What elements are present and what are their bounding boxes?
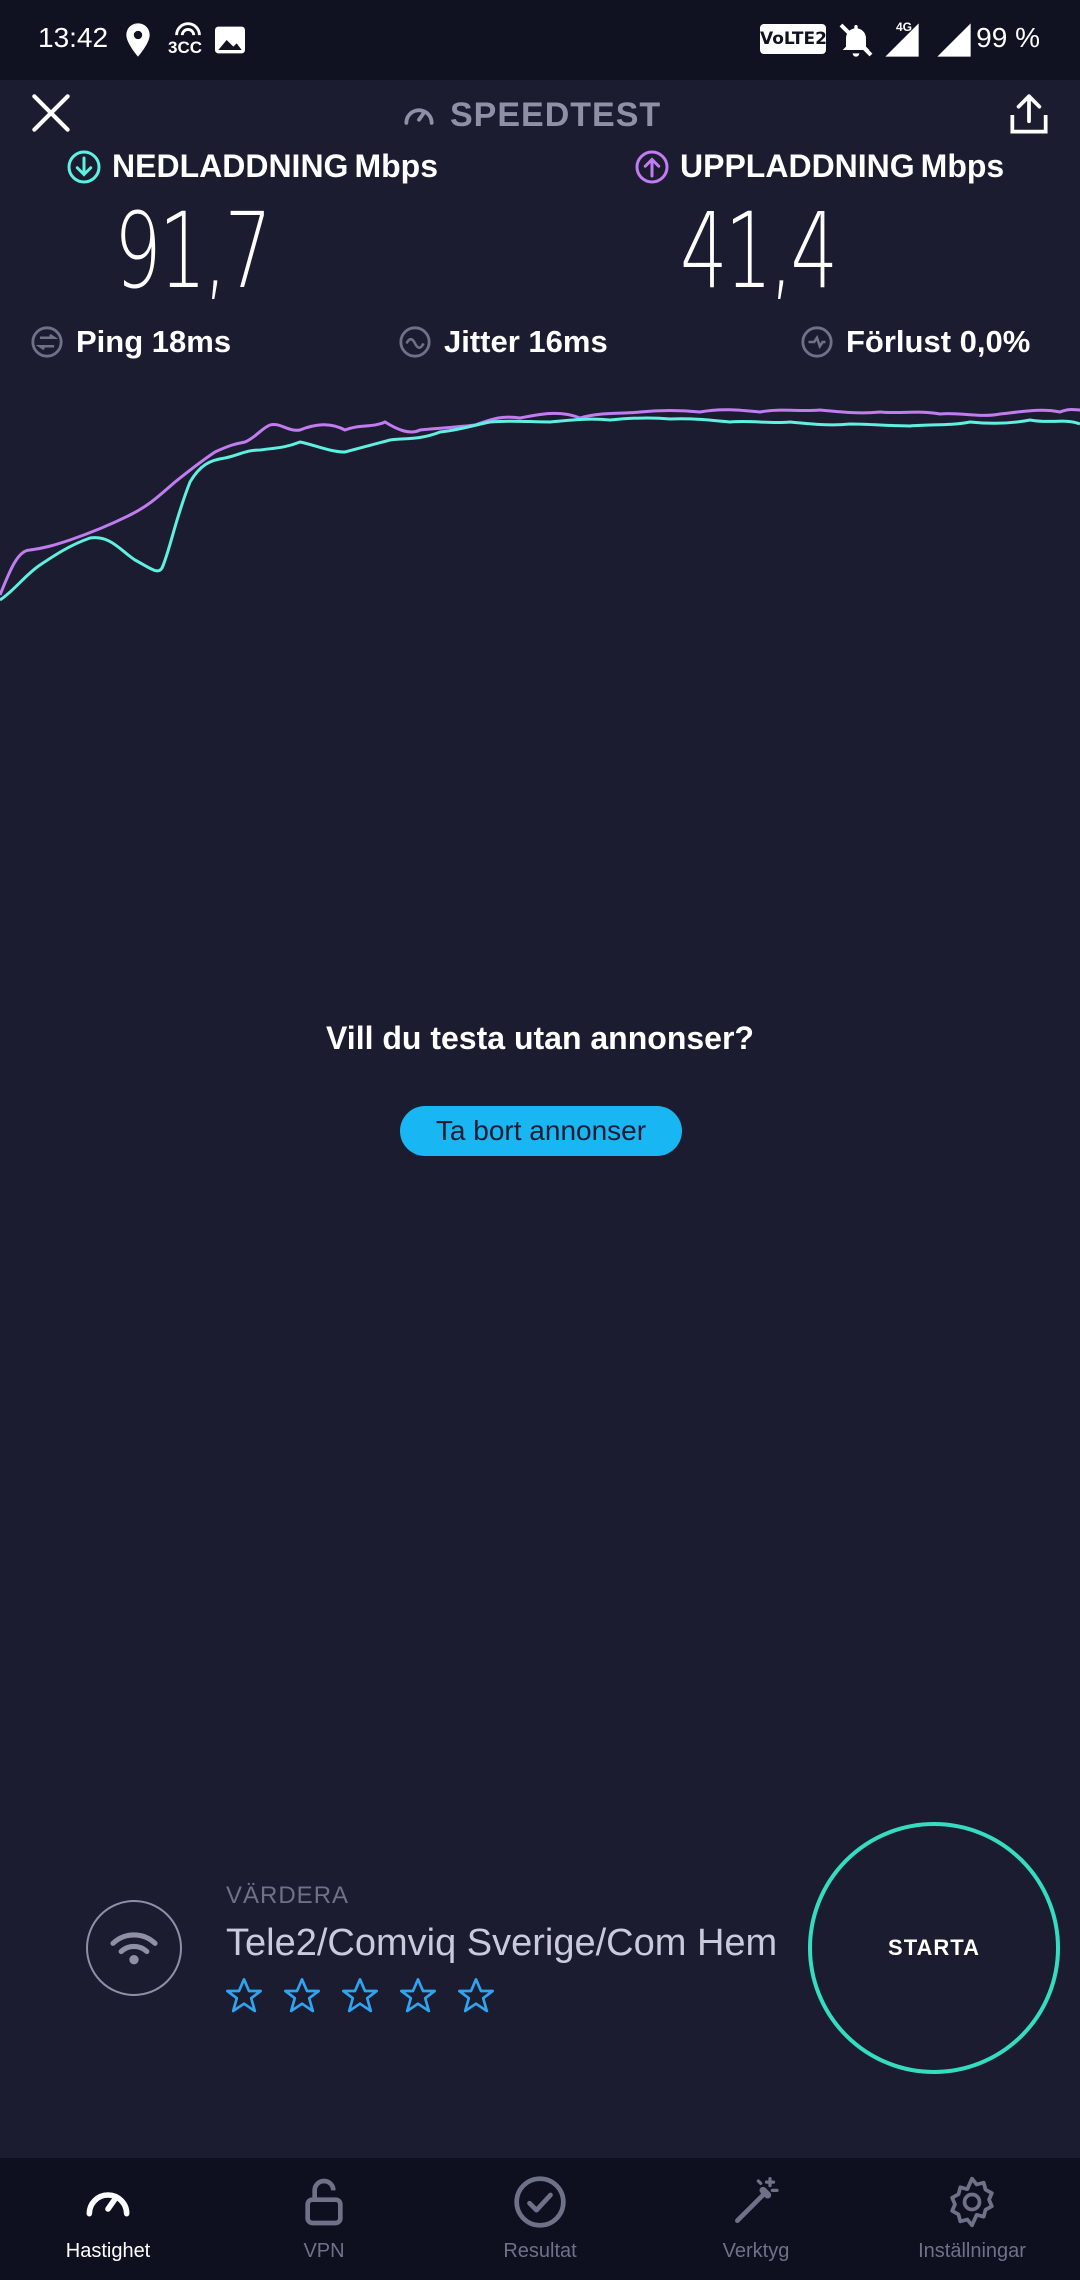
start-button[interactable]: STARTA <box>808 1822 1060 2074</box>
ping-icon <box>31 326 63 358</box>
ping-text: Ping 18ms <box>76 324 232 359</box>
download-header: NEDLADDNING Mbps <box>66 148 438 185</box>
magic-wand-icon <box>735 2177 779 2223</box>
upload-label: UPPLADDNING <box>680 148 915 184</box>
location-icon <box>126 23 150 57</box>
ping-stat: Ping 18ms <box>30 324 231 360</box>
check-circle-icon <box>514 2176 566 2228</box>
download-arrow-icon <box>67 150 101 183</box>
hotspot-icon: 3CC <box>164 18 212 62</box>
bottom-nav: Hastighet VPN Resultat Verktyg Inställni… <box>0 2158 1080 2280</box>
nav-item-vpn[interactable]: VPN <box>216 2158 432 2280</box>
battery-level: 99 % <box>976 22 1040 53</box>
wifi-badge <box>86 1900 182 1996</box>
remove-ads-button[interactable]: Ta bort annonser <box>400 1106 682 1156</box>
star-icon[interactable] <box>340 1976 380 2016</box>
nav-label: Hastighet <box>65 2240 151 2262</box>
rating-stars <box>224 1976 496 2016</box>
star-icon[interactable] <box>282 1976 322 2016</box>
speedometer-icon <box>404 108 434 125</box>
bell-off-icon <box>839 23 873 57</box>
rate-label: VÄRDERA <box>226 1882 350 1909</box>
upload-arrow-icon <box>635 150 669 183</box>
lock-icon <box>305 2178 343 2226</box>
volte-badge: VoLTE2 <box>760 24 827 54</box>
loss-text: Förlust 0,0% <box>846 324 1031 359</box>
loss-stat: Förlust 0,0% <box>800 324 1030 360</box>
net-type: 4G <box>896 20 913 34</box>
nav-item-tools[interactable]: Verktyg <box>648 2158 864 2280</box>
download-graph-line <box>0 416 1080 602</box>
star-icon[interactable] <box>224 1976 264 2016</box>
packet-loss-icon <box>801 326 833 358</box>
ad-prompt: Vill du testa utan annonser? <box>326 1020 754 1056</box>
download-label: NEDLADDNING <box>112 148 349 184</box>
nav-label: Resultat <box>503 2240 577 2262</box>
jitter-text: Jitter 16ms <box>444 324 608 359</box>
nav-item-settings[interactable]: Inställningar <box>864 2158 1080 2280</box>
nav-label: Verktyg <box>722 2240 790 2262</box>
download-value: 91,7 <box>114 190 272 312</box>
app-title-group: SPEEDTEST <box>400 92 700 138</box>
upload-header: UPPLADDNING Mbps <box>634 148 1004 185</box>
nav-item-results[interactable]: Resultat <box>432 2158 648 2280</box>
download-unit: Mbps <box>354 148 438 184</box>
provider-name: Tele2/Comviq Sverige/Com Hem <box>226 1922 778 1964</box>
signal-icon-2 <box>937 23 971 57</box>
image-icon <box>215 26 245 54</box>
nav-label: VPN <box>303 2240 345 2262</box>
star-icon[interactable] <box>456 1976 496 2016</box>
nav-label: Inställningar <box>918 2240 1026 2262</box>
upload-value: 41,4 <box>680 190 838 312</box>
share-icon[interactable] <box>1004 90 1054 140</box>
star-icon[interactable] <box>398 1976 438 2016</box>
wifi-icon <box>110 1932 158 1965</box>
nav-item-speed[interactable]: Hastighet <box>0 2158 216 2280</box>
jitter-icon <box>399 326 431 358</box>
close-icon[interactable] <box>26 88 76 138</box>
speed-graph <box>0 408 1080 602</box>
app-title: SPEEDTEST <box>450 95 662 134</box>
network-label: 3CC <box>168 38 203 57</box>
gear-icon <box>950 2176 994 2228</box>
status-time: 13:42 <box>38 22 109 53</box>
speedometer-icon <box>86 2192 130 2217</box>
upload-unit: Mbps <box>920 148 1005 184</box>
jitter-stat: Jitter 16ms <box>398 324 608 360</box>
